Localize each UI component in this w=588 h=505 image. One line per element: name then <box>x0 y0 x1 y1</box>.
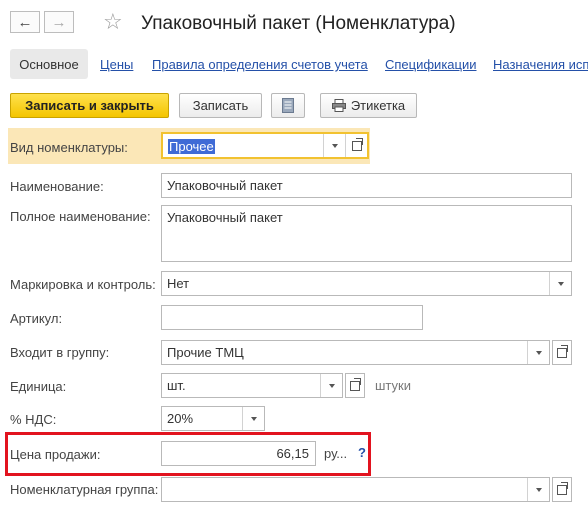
group-label: Входит в группу: <box>10 345 110 360</box>
tab-prices[interactable]: Цены <box>100 57 133 72</box>
marking-value: Нет <box>167 276 190 291</box>
unit-select[interactable]: шт. <box>161 373 343 398</box>
chevron-down-icon <box>328 383 335 388</box>
save-button[interactable]: Записать <box>179 93 262 118</box>
forward-button[interactable]: → <box>44 11 74 33</box>
chevron-down-icon <box>331 143 338 148</box>
price-value: 66,15 <box>276 446 309 461</box>
print-label-text: Этикетка <box>350 98 406 113</box>
vat-value: 20% <box>167 411 194 426</box>
vat-select[interactable]: 20% <box>161 406 265 431</box>
nomgroup-label: Номенклатурная группа: <box>10 482 159 497</box>
tab-purposes[interactable]: Назначения исп <box>493 57 588 72</box>
price-label: Цена продажи: <box>10 447 101 462</box>
article-input[interactable] <box>161 305 423 330</box>
print-label-button[interactable]: Этикетка <box>320 93 417 118</box>
document-list-icon <box>282 98 294 113</box>
save-and-close-button[interactable]: Записать и закрыть <box>10 93 169 118</box>
nomgroup-select[interactable] <box>161 477 550 502</box>
kind-open-button[interactable] <box>345 134 367 157</box>
vat-label: % НДС: <box>10 412 57 427</box>
fullname-label: Полное наименование: <box>10 209 151 224</box>
name-label: Наименование: <box>10 179 104 194</box>
group-dropdown-button[interactable] <box>527 341 549 364</box>
favorite-star-icon[interactable]: ☆ <box>103 11 123 33</box>
marking-label: Маркировка и контроль: <box>10 277 156 292</box>
group-value: Прочие ТМЦ <box>167 345 244 360</box>
group-select[interactable]: Прочие ТМЦ <box>161 340 550 365</box>
printer-icon <box>331 99 346 112</box>
chevron-down-icon <box>250 416 257 421</box>
group-open-button[interactable] <box>552 340 572 365</box>
arrow-right-icon: → <box>51 13 67 31</box>
unit-open-button[interactable] <box>345 373 365 398</box>
marking-dropdown-button[interactable] <box>549 272 571 295</box>
chevron-down-icon <box>557 281 564 286</box>
back-button[interactable]: ← <box>10 11 40 33</box>
tab-specifications[interactable]: Спецификации <box>385 57 477 72</box>
marking-select[interactable]: Нет <box>161 271 572 296</box>
page-title: Упаковочный пакет (Номенклатура) <box>141 13 456 34</box>
fullname-textarea[interactable]: Упаковочный пакет <box>161 205 572 262</box>
name-value: Упаковочный пакет <box>167 178 283 193</box>
nomgroup-open-button[interactable] <box>552 477 572 502</box>
kind-label: Вид номенклатуры: <box>10 140 128 155</box>
open-external-icon <box>557 344 568 358</box>
unit-full-name: штуки <box>375 378 411 393</box>
open-external-icon <box>350 377 361 391</box>
kind-value: Прочее <box>168 139 215 154</box>
article-label: Артикул: <box>10 311 63 326</box>
unit-dropdown-button[interactable] <box>320 374 342 397</box>
kind-select[interactable]: Прочее <box>161 132 369 159</box>
open-external-icon <box>351 137 363 151</box>
currency-link[interactable]: ру... <box>324 446 347 461</box>
chevron-down-icon <box>535 350 542 355</box>
help-icon[interactable]: ? <box>358 445 366 460</box>
arrow-left-icon: ← <box>17 13 33 31</box>
tab-account-rules[interactable]: Правила определения счетов учета <box>152 57 368 72</box>
price-input[interactable]: 66,15 <box>161 441 316 466</box>
open-external-icon <box>557 481 568 495</box>
kind-dropdown-button[interactable] <box>323 134 345 157</box>
chevron-down-icon <box>535 487 542 492</box>
fullname-value: Упаковочный пакет <box>167 210 283 225</box>
tab-main[interactable]: Основное <box>10 49 88 79</box>
nomgroup-dropdown-button[interactable] <box>527 478 549 501</box>
unit-value: шт. <box>167 378 186 393</box>
unit-label: Единица: <box>10 379 67 394</box>
report-button[interactable] <box>271 93 305 118</box>
name-input[interactable]: Упаковочный пакет <box>161 173 572 198</box>
vat-dropdown-button[interactable] <box>242 407 264 430</box>
